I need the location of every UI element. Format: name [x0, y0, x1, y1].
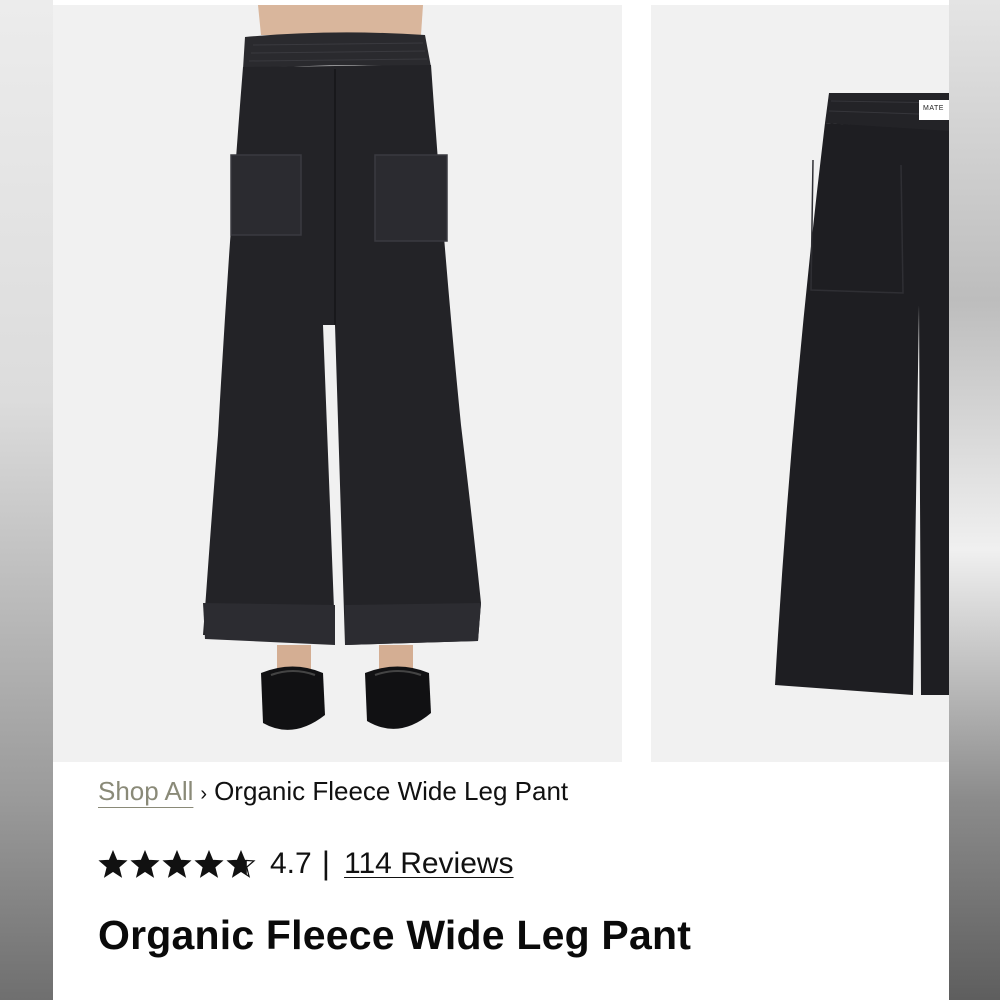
shoe-left [261, 666, 325, 730]
breadcrumb: Shop All › Organic Fleece Wide Leg Pant [98, 776, 568, 807]
breadcrumb-current: Organic Fleece Wide Leg Pant [214, 776, 569, 806]
brand-tag-label: MATE [923, 105, 944, 112]
waistband [243, 32, 431, 69]
star-icon [98, 849, 128, 878]
screen-frame-right [947, 0, 1000, 1000]
rating-divider: | [321, 845, 331, 881]
pocket-right [374, 154, 448, 242]
breadcrumb-shop-all-link[interactable]: Shop All [98, 776, 193, 806]
star-icon [130, 849, 160, 878]
star-icon [162, 849, 192, 878]
rating-value: 4.7 [270, 846, 312, 880]
star-icon [226, 849, 256, 878]
breadcrumb-separator: › [200, 783, 208, 805]
rating-summary: 4.7 | 114 Reviews [98, 845, 514, 882]
star-icon [194, 849, 224, 878]
star-rating[interactable] [98, 849, 256, 878]
product-title: Organic Fleece Wide Leg Pant [98, 912, 692, 958]
model-torso [258, 5, 423, 35]
flat-photo-illustration [651, 5, 949, 762]
reviews-link[interactable]: 114 Reviews [344, 847, 514, 881]
product-image-model[interactable] [53, 5, 622, 762]
product-image-flat[interactable]: MATE [651, 5, 949, 762]
product-page: MATE Shop All › Organic Fleece Wide Leg Pa… [53, 0, 949, 1000]
screen-frame-left [0, 0, 53, 1000]
model-photo-illustration [53, 5, 622, 762]
pocket-left [230, 154, 302, 236]
shoe-right [365, 666, 431, 729]
